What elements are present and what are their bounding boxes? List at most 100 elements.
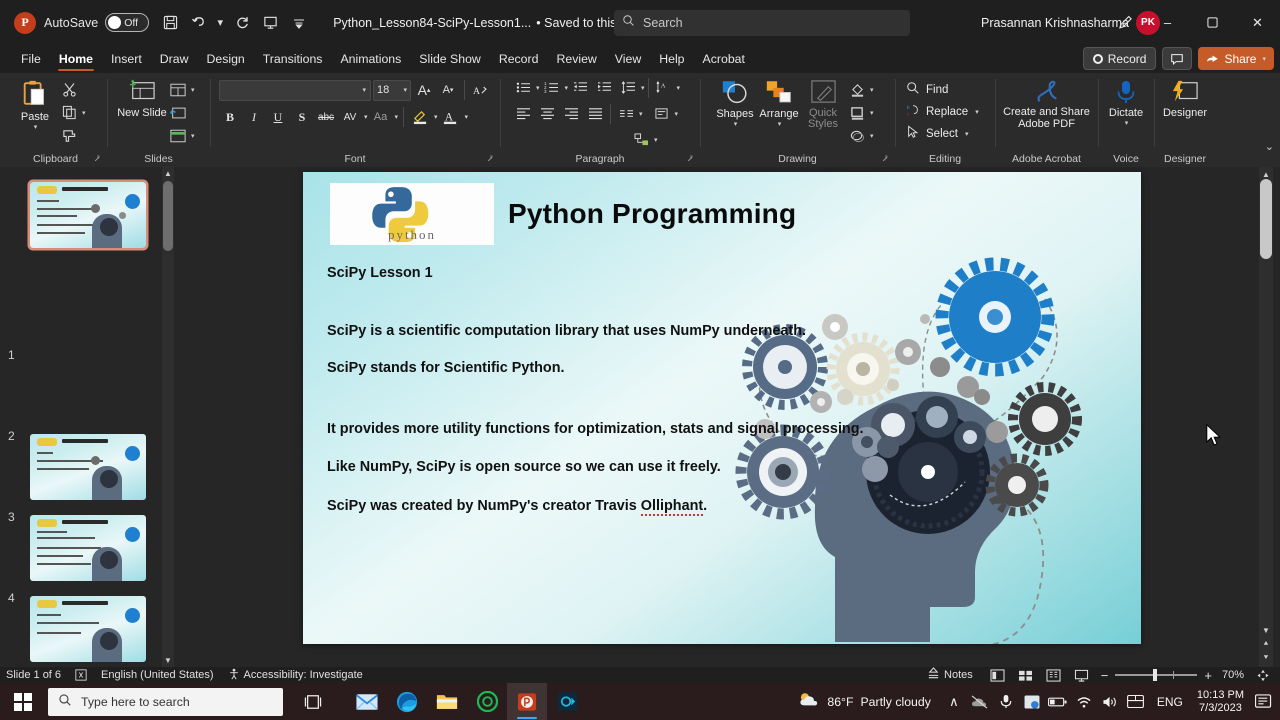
zoom-slider[interactable]: − + xyxy=(1101,668,1212,683)
weather-widget[interactable]: 86°F Partly cloudy xyxy=(794,691,941,712)
touchpad-icon[interactable] xyxy=(1123,683,1149,720)
language-indicator[interactable]: ENG xyxy=(1149,695,1191,709)
font-name-input[interactable]: ▾ xyxy=(219,79,371,101)
smartart-chevron-down-icon[interactable]: ▾ xyxy=(654,136,658,144)
search-input[interactable]: Search xyxy=(614,10,910,36)
tab-review[interactable]: Review xyxy=(547,45,605,73)
slide-thumbnail-1[interactable] xyxy=(30,182,146,248)
bullets-icon[interactable] xyxy=(511,76,535,99)
zoom-track[interactable] xyxy=(1115,669,1198,681)
comment-icon[interactable] xyxy=(1162,47,1193,70)
shapes-button[interactable]: Shapes ▾ xyxy=(713,76,757,128)
strikethrough-button[interactable]: abc xyxy=(315,106,337,128)
find-button[interactable]: Find xyxy=(906,79,948,101)
slide-show-icon[interactable] xyxy=(1069,667,1095,683)
columns-icon[interactable] xyxy=(614,102,638,125)
slide-body-text[interactable]: SciPy Lesson 1 SciPy is a scientific com… xyxy=(327,264,887,516)
tab-home[interactable]: Home xyxy=(50,45,102,73)
select-button[interactable]: Select ▾ xyxy=(906,123,968,145)
highlight-chevron-down-icon[interactable]: ▾ xyxy=(434,113,438,121)
undo-icon[interactable] xyxy=(185,10,211,36)
text-shadow-button[interactable]: S xyxy=(291,106,313,128)
create-share-pdf-button[interactable]: Create and Share Adobe PDF xyxy=(1000,78,1093,130)
arrange-chevron-down-icon[interactable]: ▾ xyxy=(778,120,782,128)
font-size-chevron-down-icon[interactable]: ▾ xyxy=(403,86,407,94)
select-chevron-down-icon[interactable]: ▾ xyxy=(965,130,969,138)
taskbar-search-input[interactable]: Type here to search xyxy=(48,687,283,716)
columns-chevron-down-icon[interactable]: ▾ xyxy=(639,110,643,118)
shape-outline-icon[interactable] xyxy=(845,101,869,124)
italic-button[interactable]: I xyxy=(243,106,265,128)
share-chevron-down-icon[interactable]: ▾ xyxy=(1262,55,1266,63)
volume-icon[interactable] xyxy=(1097,683,1123,720)
document-title[interactable]: Python_Lesson84-SciPy-Lesson1... xyxy=(333,16,531,30)
minimize-button[interactable]: – xyxy=(1145,0,1190,45)
clock[interactable]: 10:13 PM 7/3/2023 xyxy=(1191,689,1250,715)
thumbnail-pane-scrollbar[interactable]: ▲ ▼ xyxy=(162,167,174,667)
python-logo-image[interactable]: python xyxy=(330,183,494,245)
zoom-out-button[interactable]: − xyxy=(1101,668,1109,683)
zoom-in-button[interactable]: + xyxy=(1204,668,1212,683)
character-spacing-icon[interactable]: AV xyxy=(339,106,361,128)
paste-chevron-down-icon[interactable]: ▾ xyxy=(34,123,38,131)
format-painter-icon[interactable] xyxy=(57,124,81,147)
redo-icon[interactable] xyxy=(229,10,255,36)
autosave-toggle[interactable]: Off xyxy=(105,13,150,32)
align-text-chevron-down-icon[interactable]: ▾ xyxy=(675,110,679,118)
dictate-chevron-down-icon[interactable]: ▾ xyxy=(1125,119,1129,127)
arrange-button[interactable]: Arrange ▾ xyxy=(757,76,801,128)
scroll-down-icon[interactable]: ▼ xyxy=(162,654,174,667)
powerpoint-icon[interactable] xyxy=(507,683,547,720)
task-view-icon[interactable] xyxy=(293,683,333,720)
slide-pane-scrollbar[interactable]: ▲ ▼ ⯅ ⯆ xyxy=(1259,167,1273,667)
shrink-font-icon[interactable]: A ▾ xyxy=(437,79,459,101)
slide-scrollbar-thumb[interactable] xyxy=(1260,179,1272,259)
text-highlight-icon[interactable] xyxy=(409,106,431,128)
battery-icon[interactable] xyxy=(1045,683,1071,720)
shape-fill-icon[interactable] xyxy=(845,78,869,101)
spotify-icon[interactable] xyxy=(467,683,507,720)
cut-scissors-icon[interactable] xyxy=(57,78,81,101)
designer-button[interactable]: Designer xyxy=(1159,76,1211,119)
undo-dropdown-icon[interactable]: ▾ xyxy=(213,10,227,36)
tab-insert[interactable]: Insert xyxy=(102,45,151,73)
align-center-icon[interactable] xyxy=(535,102,559,125)
align-right-icon[interactable] xyxy=(559,102,583,125)
layout-chevron-down-icon[interactable]: ▾ xyxy=(191,86,195,94)
justify-icon[interactable] xyxy=(583,102,607,125)
tab-file[interactable]: File xyxy=(12,45,50,73)
font-color-icon[interactable]: A xyxy=(440,106,462,128)
section-chevron-down-icon[interactable]: ▾ xyxy=(191,132,195,140)
microphone-icon[interactable] xyxy=(993,683,1019,720)
change-case-icon[interactable]: Aa xyxy=(370,106,392,128)
mail-icon[interactable] xyxy=(347,683,387,720)
text-direction-chevron-down-icon[interactable]: ▾ xyxy=(677,84,681,92)
change-case-chevron-down-icon[interactable]: ▾ xyxy=(395,113,399,121)
tab-slide-show[interactable]: Slide Show xyxy=(410,45,490,73)
shape-fill-chevron-down-icon[interactable]: ▾ xyxy=(870,86,874,94)
slide-sorter-icon[interactable] xyxy=(1013,667,1039,683)
replace-chevron-down-icon[interactable]: ▾ xyxy=(975,108,979,116)
file-explorer-icon[interactable] xyxy=(427,683,467,720)
slide-title[interactable]: Python Programming xyxy=(508,198,796,230)
text-direction-icon[interactable]: A xyxy=(652,76,676,99)
thumbnail-scrollbar-thumb[interactable] xyxy=(163,181,173,251)
font-name-chevron-down-icon[interactable]: ▾ xyxy=(362,86,366,94)
close-button[interactable]: ✕ xyxy=(1235,0,1280,45)
dictate-button[interactable]: Dictate ▾ xyxy=(1104,76,1148,127)
collapse-ribbon-icon[interactable]: ⌄ xyxy=(1265,140,1274,153)
accessibility-status[interactable]: Accessibility: Investigate xyxy=(228,668,363,683)
bold-button[interactable]: B xyxy=(219,106,241,128)
numbering-icon[interactable]: 123 xyxy=(540,76,564,99)
increase-indent-icon[interactable] xyxy=(592,76,616,99)
zoom-level-label[interactable]: 70% xyxy=(1222,669,1244,681)
clipboard-dialog-launcher[interactable]: ⭷ xyxy=(94,152,100,167)
windows-start-icon[interactable] xyxy=(0,683,46,720)
tab-acrobat[interactable]: Acrobat xyxy=(694,45,754,73)
shape-outline-chevron-down-icon[interactable]: ▾ xyxy=(870,109,874,117)
font-dialog-launcher[interactable]: ⭷ xyxy=(487,152,493,167)
save-icon[interactable] xyxy=(157,10,183,36)
section-icon[interactable] xyxy=(166,124,190,147)
customize-quick-access-icon[interactable] xyxy=(292,10,306,36)
paragraph-dialog-launcher[interactable]: ⭷ xyxy=(687,152,693,167)
